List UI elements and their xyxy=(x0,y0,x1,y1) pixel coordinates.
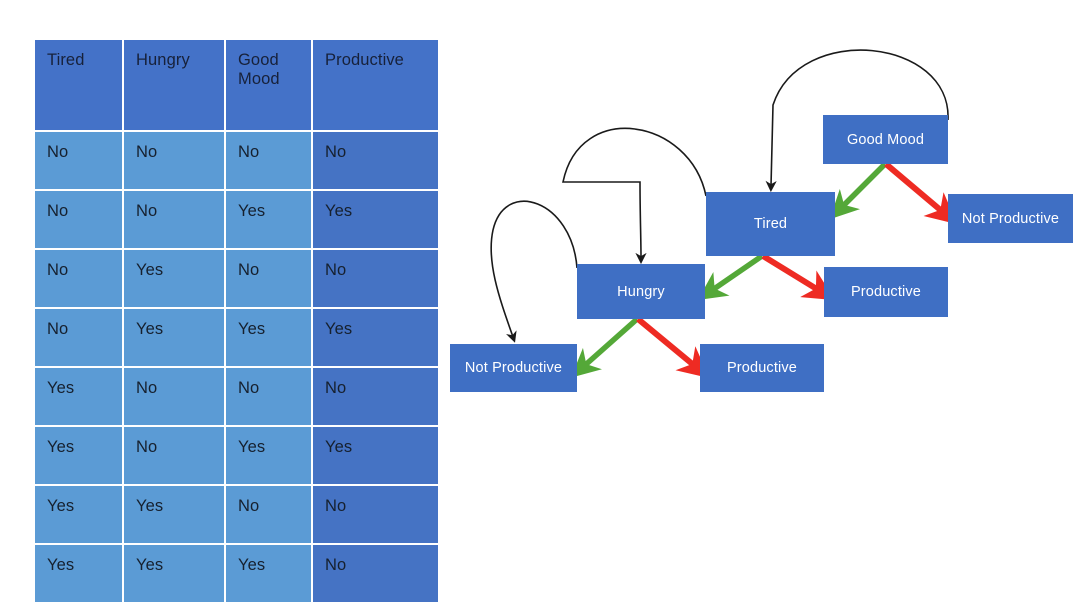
truth-table: Tired Hungry Good Mood Productive No No No… xyxy=(33,38,440,604)
table-header-row: Tired Hungry Good Mood Productive xyxy=(35,40,438,130)
table-row: Yes No Yes Yes xyxy=(35,427,438,484)
edge-hungry-yes-to-not-productive xyxy=(571,316,639,378)
table-row: No No No No xyxy=(35,132,438,189)
table-cell-hungry: No xyxy=(124,132,224,189)
table-cell-tired: Yes xyxy=(35,368,122,425)
table-cell-productive: No xyxy=(313,368,438,425)
loop-arc-hungry-to-not-productive xyxy=(490,200,578,343)
edge-good-mood-yes-to-tired xyxy=(829,162,887,220)
table-row: No Yes No No xyxy=(35,250,438,307)
node-hungry[interactable]: Hungry xyxy=(577,264,705,319)
table-cell-productive: Yes xyxy=(313,191,438,248)
table-row: No Yes Yes Yes xyxy=(35,309,438,366)
table-cell-hungry: Yes xyxy=(124,250,224,307)
table-cell-productive: Yes xyxy=(313,427,438,484)
edge-tired-yes-to-hungry xyxy=(697,253,764,301)
node-productive-bottom[interactable]: Productive xyxy=(700,344,824,392)
table-cell-good-mood: No xyxy=(226,132,311,189)
table-cell-hungry: Yes xyxy=(124,309,224,366)
column-header-tired: Tired xyxy=(35,40,122,130)
table-cell-good-mood: Yes xyxy=(226,191,311,248)
edge-tired-no-to-productive xyxy=(761,253,835,301)
table-cell-good-mood: No xyxy=(226,486,311,543)
table-cell-tired: No xyxy=(35,250,122,307)
table-cell-hungry: No xyxy=(124,427,224,484)
node-productive-right[interactable]: Productive xyxy=(824,267,948,317)
table-cell-hungry: Yes xyxy=(124,545,224,602)
edge-good-mood-no-to-not-productive xyxy=(884,161,958,225)
table-row: Yes Yes Yes No xyxy=(35,545,438,602)
table-cell-productive: No xyxy=(313,250,438,307)
table-cell-tired: Yes xyxy=(35,486,122,543)
table-cell-productive: No xyxy=(313,486,438,543)
node-not-productive-right[interactable]: Not Productive xyxy=(948,194,1073,243)
table-row: No No Yes Yes xyxy=(35,191,438,248)
table-cell-tired: No xyxy=(35,309,122,366)
table-cell-tired: Yes xyxy=(35,545,122,602)
table-cell-good-mood: Yes xyxy=(226,427,311,484)
table-cell-productive: Yes xyxy=(313,309,438,366)
table-cell-hungry: No xyxy=(124,191,224,248)
edge-hungry-no-to-productive xyxy=(636,316,710,379)
table-cell-good-mood: No xyxy=(226,250,311,307)
table-row: Yes Yes No No xyxy=(35,486,438,543)
table-body: No No No No No No Yes Yes No Yes No No No Yes Yes Yes Ye… xyxy=(35,132,438,602)
table-row: Yes No No No xyxy=(35,368,438,425)
slide-canvas: Tired Hungry Good Mood Productive No No No… xyxy=(0,0,1075,609)
loop-arc-tired-to-hungry xyxy=(562,127,707,265)
table-cell-good-mood: No xyxy=(226,368,311,425)
table-cell-tired: No xyxy=(35,191,122,248)
column-header-good-mood: Good Mood xyxy=(226,40,311,130)
table-cell-hungry: No xyxy=(124,368,224,425)
table-cell-tired: Yes xyxy=(35,427,122,484)
column-header-productive: Productive xyxy=(313,40,438,130)
table-cell-productive: No xyxy=(313,132,438,189)
node-not-productive-left[interactable]: Not Productive xyxy=(450,344,577,392)
table-cell-hungry: Yes xyxy=(124,486,224,543)
column-header-hungry: Hungry xyxy=(124,40,224,130)
node-good-mood[interactable]: Good Mood xyxy=(823,115,948,164)
table-cell-tired: No xyxy=(35,132,122,189)
table-cell-good-mood: Yes xyxy=(226,545,311,602)
table-cell-good-mood: Yes xyxy=(226,309,311,366)
table-cell-productive: No xyxy=(313,545,438,602)
node-tired[interactable]: Tired xyxy=(706,192,835,256)
